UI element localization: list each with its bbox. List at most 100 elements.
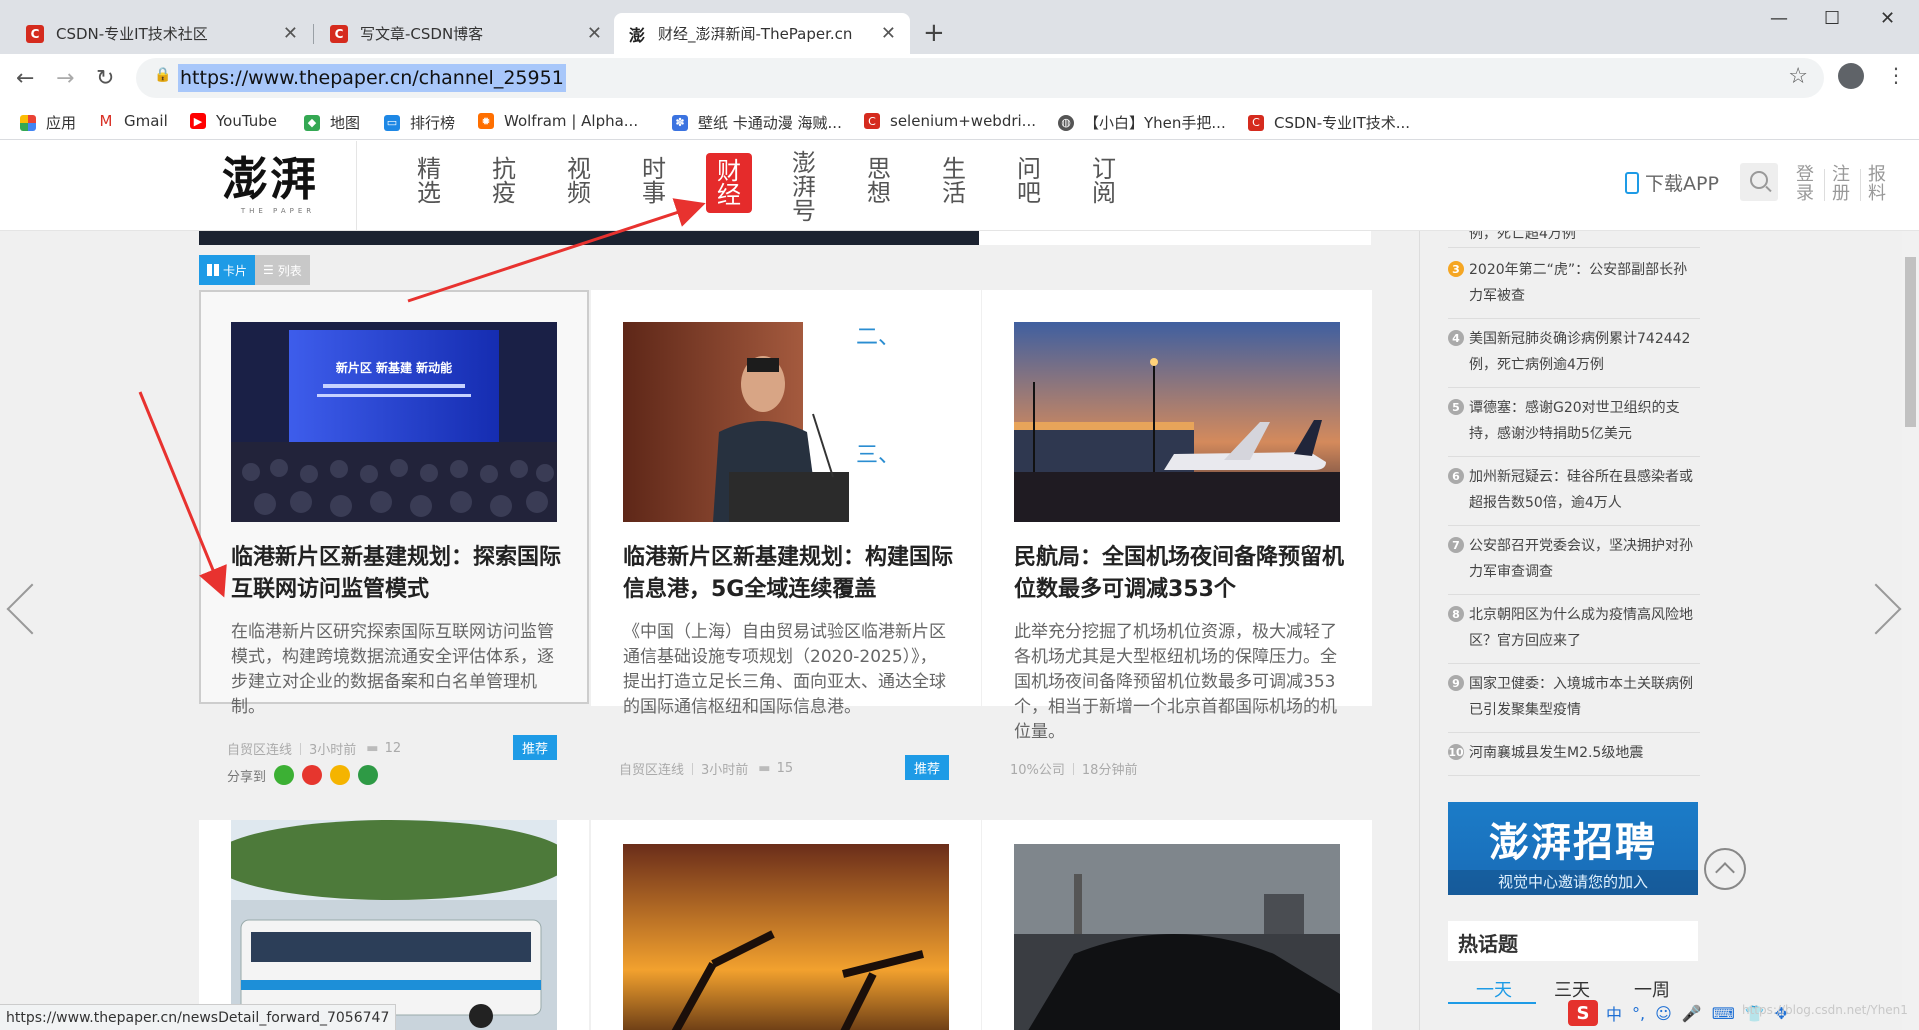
prev-arrow-icon[interactable] — [6, 583, 58, 635]
ranking-item[interactable]: 10 河南襄城县发生M2.5级地震 — [1448, 740, 1700, 776]
address-bar[interactable]: 🔒 https://www.thepaper.cn/channel_25951 … — [136, 58, 1824, 98]
new-tab-plus-icon[interactable]: + — [923, 18, 945, 48]
reload-icon[interactable]: ↻ — [96, 66, 114, 91]
article-card[interactable] — [982, 820, 1372, 1030]
card-view-button[interactable]: 卡片 — [199, 255, 256, 285]
maximize-icon[interactable]: ☐ — [1824, 8, 1840, 29]
back-to-top-button[interactable] — [1704, 848, 1746, 890]
ime-punctuation-icon[interactable]: °, — [1632, 1004, 1645, 1023]
article-image[interactable] — [231, 820, 557, 1030]
article-image[interactable]: 新片区 新基建 新动能 — [231, 322, 557, 522]
ranking-text[interactable]: 河南襄城县发生M2.5级地震 — [1469, 740, 1699, 766]
ranking-text[interactable]: 北京朝阳区为什么成为疫情高风险地区？官方回应来了 — [1469, 602, 1699, 654]
ranking-text[interactable]: 2020年第二“虎”：公安部副部长孙力军被查 — [1469, 257, 1699, 309]
bookmark-yhen[interactable]: ◍ 【小白】Yhen手把... — [1058, 112, 1226, 133]
bookmark-selenium[interactable]: C selenium+webdri... — [864, 112, 1036, 130]
download-app-link[interactable]: 下载APP — [1625, 169, 1719, 196]
profile-avatar-icon[interactable] — [1838, 63, 1864, 89]
nav-caijing[interactable]: 财经 — [706, 153, 752, 213]
report-link[interactable]: 报料 — [1867, 165, 1887, 203]
thepaper-logo[interactable]: 澎湃 THE PAPER — [222, 151, 334, 221]
ranking-text[interactable]: 加州新冠疑云：硅谷所在县感染者或超报告数50倍，逾4万人 — [1469, 464, 1699, 516]
article-comment-count[interactable]: 15 — [777, 761, 794, 776]
article-comment-count[interactable]: 12 — [385, 741, 402, 756]
bookmark-star-icon[interactable]: ☆ — [1788, 64, 1808, 89]
article-source[interactable]: 自贸区连线 — [227, 739, 292, 758]
bookmark-ranking[interactable]: ▭ 排行榜 — [384, 112, 455, 133]
wechat-share-icon[interactable] — [274, 765, 295, 785]
minimize-icon[interactable]: — — [1770, 8, 1788, 29]
qzone-share-icon[interactable] — [330, 765, 351, 785]
article-image[interactable] — [1014, 844, 1340, 1030]
next-arrow-icon[interactable] — [1850, 583, 1902, 635]
sogou-logo-icon[interactable]: S — [1568, 1000, 1598, 1026]
article-card[interactable] — [591, 820, 981, 1030]
ime-voice-icon[interactable]: 🎤 — [1682, 1004, 1702, 1023]
url-text[interactable]: https://www.thepaper.cn/channel_25951 — [178, 64, 566, 92]
article-image[interactable] — [623, 844, 949, 1030]
scrollbar-thumb[interactable] — [1905, 257, 1916, 427]
article-title[interactable]: 临港新片区新基建规划：探索国际互联网访问监管模式 — [231, 542, 561, 606]
login-link[interactable]: 登录 — [1795, 165, 1815, 203]
ranking-text[interactable]: 国家卫健委：入境城市本土关联病例已引发聚集型疫情 — [1469, 671, 1699, 723]
article-image[interactable]: 二、 三、 — [623, 322, 949, 522]
ime-keyboard-icon[interactable]: ⌨ — [1712, 1004, 1735, 1023]
nav-shenghuo[interactable]: 生活 — [941, 157, 967, 205]
douban-share-icon[interactable] — [358, 765, 379, 785]
ranking-item[interactable]: 9 国家卫健委：入境城市本土关联病例已引发聚集型疫情 — [1448, 671, 1700, 733]
weibo-share-icon[interactable] — [302, 765, 323, 785]
ranking-text[interactable]: 公安部召开党委会议，坚决拥护对孙力军审查调查 — [1469, 533, 1699, 585]
article-card[interactable] — [199, 820, 589, 1030]
bookmark-wolfram[interactable]: ✹ Wolfram | Alpha... — [478, 112, 638, 130]
bookmark-maps[interactable]: ◆ 地图 — [304, 112, 360, 133]
nav-jingxuan[interactable]: 精选 — [416, 157, 442, 205]
ranking-item[interactable]: 3 2020年第二“虎”：公安部副部长孙力军被查 — [1448, 257, 1700, 319]
ime-chinese-mode[interactable]: 中 — [1606, 1001, 1622, 1025]
tab-one-day[interactable]: 一天 — [1476, 976, 1512, 1002]
nav-pengpaihao[interactable]: 澎湃号 — [791, 151, 817, 223]
ime-emoji-icon[interactable]: ☺ — [1655, 1004, 1672, 1023]
ranking-item[interactable]: 例，死亡超4万例 — [1448, 231, 1700, 248]
ranking-item[interactable]: 4 美国新冠肺炎确诊病例累计742442例，死亡病例逾4万例 — [1448, 326, 1700, 388]
article-title[interactable]: 临港新片区新基建规划：构建国际信息港，5G全域连续覆盖 — [623, 542, 953, 606]
browser-menu-icon[interactable]: ⋮ — [1886, 63, 1906, 87]
article-card[interactable]: 民航局：全国机场夜间备降预留机位数最多可调减353个 此举充分挖掘了机场机位资源… — [982, 290, 1372, 778]
ranking-text[interactable]: 美国新冠肺炎确诊病例累计742442例，死亡病例逾4万例 — [1469, 326, 1699, 378]
bookmark-apps[interactable]: 应用 — [20, 112, 76, 133]
forward-arrow-icon[interactable]: → — [56, 66, 74, 91]
nav-dingyue[interactable]: 订阅 — [1091, 157, 1117, 205]
register-link[interactable]: 注册 — [1831, 165, 1851, 203]
nav-sixiang[interactable]: 思想 — [866, 157, 892, 205]
browser-tab-thepaper[interactable]: 澎 财经_澎湃新闻-ThePaper.cn ✕ — [614, 13, 910, 54]
nav-shishi[interactable]: 时事 — [641, 157, 667, 205]
bookmark-wallpaper[interactable]: ✽ 壁纸 卡通动漫 海贼... — [672, 112, 842, 133]
article-image[interactable] — [1014, 322, 1340, 522]
nav-shipin[interactable]: 视频 — [566, 157, 592, 205]
ranking-text[interactable]: 谭德塞：感谢G20对世卫组织的支持，感谢沙特捐助5亿美元 — [1469, 395, 1699, 447]
article-source[interactable]: 自贸区连线 — [619, 759, 684, 778]
article-source[interactable]: 10%公司 — [1010, 759, 1065, 778]
browser-tab-write-article[interactable]: C 写文章-CSDN博客 ✕ — [316, 13, 616, 54]
window-close-icon[interactable]: ✕ — [1880, 8, 1895, 29]
article-card[interactable]: 二、 三、 临港新片区新基建规划：构建国际信息港，5G全域连续覆盖 《中国（上海… — [591, 290, 981, 780]
browser-tab-csdn[interactable]: C CSDN-专业IT技术社区 ✕ — [12, 13, 312, 54]
list-view-button[interactable]: ☰ 列表 — [255, 255, 310, 285]
bookmark-youtube[interactable]: ▶ YouTube — [190, 112, 277, 130]
article-card[interactable]: 新片区 新基建 新动能 临港新片区新基建规划：探索国际互联网访问监管模式 在临港… — [199, 290, 589, 785]
ranking-item[interactable]: 5 谭德塞：感谢G20对世卫组织的支持，感谢沙特捐助5亿美元 — [1448, 395, 1700, 457]
search-button[interactable] — [1740, 163, 1778, 201]
bookmark-gmail[interactable]: M Gmail — [98, 112, 168, 130]
recruit-banner[interactable]: 澎湃招聘 视觉中心邀请您的加入 — [1448, 802, 1698, 895]
ranking-item[interactable]: 6 加州新冠疑云：硅谷所在县感染者或超报告数50倍，逾4万人 — [1448, 464, 1700, 526]
bookmark-csdn[interactable]: C CSDN-专业IT技术... — [1248, 112, 1410, 133]
ranking-text[interactable]: 例，死亡超4万例 — [1469, 231, 1699, 247]
ranking-item[interactable]: 8 北京朝阳区为什么成为疫情高风险地区？官方回应来了 — [1448, 602, 1700, 664]
nav-kangyi[interactable]: 抗疫 — [491, 157, 517, 205]
ranking-item[interactable]: 7 公安部召开党委会议，坚决拥护对孙力军审查调查 — [1448, 533, 1700, 595]
nav-wenba[interactable]: 问吧 — [1016, 157, 1042, 205]
page-scrollbar[interactable] — [1902, 231, 1919, 1030]
close-tab-icon[interactable]: ✕ — [283, 23, 298, 44]
close-tab-icon[interactable]: ✕ — [587, 23, 602, 44]
article-title[interactable]: 民航局：全国机场夜间备降预留机位数最多可调减353个 — [1014, 542, 1344, 606]
back-arrow-icon[interactable]: ← — [16, 66, 34, 91]
